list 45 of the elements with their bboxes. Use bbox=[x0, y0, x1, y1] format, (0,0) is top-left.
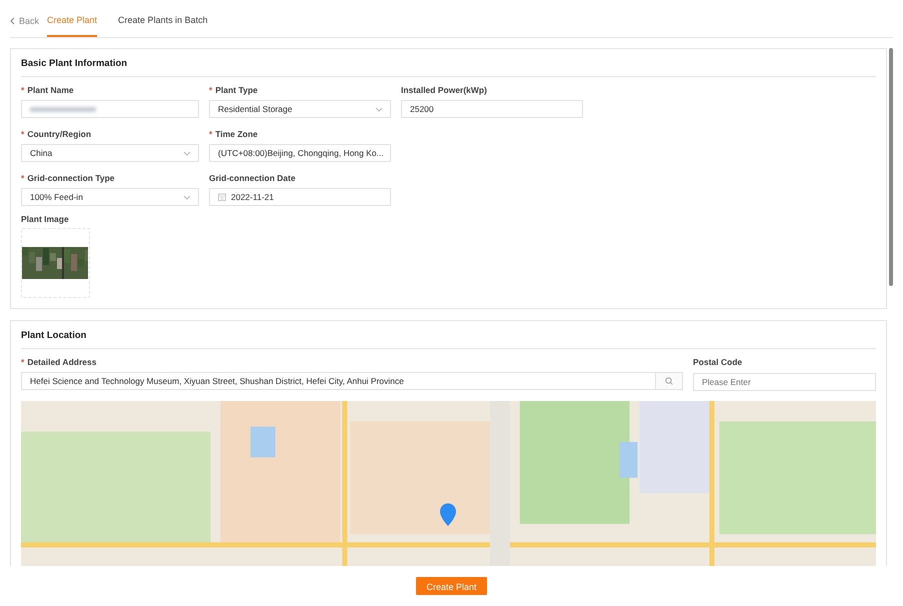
select-field[interactable]: (UTC+08:00)Beijing, Chongqing, Hong Ko... bbox=[209, 144, 391, 162]
postal-code-field[interactable]: Please Enter bbox=[693, 373, 876, 391]
required-mark: * bbox=[21, 129, 24, 140]
section-title: Plant Location bbox=[21, 330, 876, 349]
field-label: Postal Code bbox=[693, 357, 742, 368]
select-field[interactable]: 100% Feed-in bbox=[21, 188, 199, 206]
required-mark: * bbox=[21, 357, 24, 368]
tab[interactable]: Create Plants in Batch bbox=[118, 15, 208, 37]
field-label: Grid-connection Type bbox=[27, 173, 115, 184]
field-label: Country/Region bbox=[27, 129, 92, 140]
chevron-down-icon bbox=[183, 194, 191, 200]
field-value: (UTC+08:00)Beijing, Chongqing, Hong Ko... bbox=[218, 148, 384, 158]
select-field[interactable]: Residential Storage bbox=[209, 100, 391, 118]
field-value: Residential Storage bbox=[218, 104, 292, 114]
date-value: 2022-11-21 bbox=[231, 192, 274, 202]
scrollbar[interactable] bbox=[889, 48, 893, 286]
field-label: Detailed Address bbox=[27, 357, 96, 368]
section-title: Basic Plant Information bbox=[21, 58, 876, 77]
address-field[interactable]: Hefei Science and Technology Museum, Xiyuan Street, Shushan District, Hefei City, Anhui Province bbox=[21, 372, 656, 390]
field-value: 100% Feed-in bbox=[30, 192, 83, 202]
input-field[interactable] bbox=[21, 100, 199, 118]
field-label: Time Zone bbox=[215, 129, 258, 140]
chevron-down-icon bbox=[183, 150, 191, 156]
field-label: Grid-connection Date bbox=[209, 173, 296, 184]
chevron-down-icon bbox=[375, 106, 383, 112]
field-value: 25200 bbox=[410, 104, 434, 114]
field-label: Installed Power(kWp) bbox=[401, 85, 487, 96]
back-button[interactable]: Back bbox=[10, 16, 40, 37]
required-mark: * bbox=[209, 129, 212, 140]
blurred-value bbox=[30, 106, 96, 112]
required-mark: * bbox=[21, 85, 24, 96]
field-label: Plant Image bbox=[21, 214, 70, 224]
input-field[interactable]: 25200 bbox=[401, 100, 583, 118]
image-upload[interactable] bbox=[21, 228, 90, 298]
field-value: China bbox=[30, 148, 52, 158]
field-label: Plant Name bbox=[27, 85, 74, 96]
calendar-icon bbox=[218, 193, 226, 201]
select-field[interactable]: China bbox=[21, 144, 199, 162]
search-button[interactable] bbox=[656, 372, 683, 390]
required-mark: * bbox=[209, 85, 212, 96]
date-field[interactable]: 2022-11-21 bbox=[209, 188, 391, 206]
chevron-left-icon bbox=[10, 17, 15, 25]
field-label: Plant Type bbox=[215, 85, 258, 96]
required-mark: * bbox=[21, 173, 24, 184]
search-icon bbox=[665, 377, 673, 385]
